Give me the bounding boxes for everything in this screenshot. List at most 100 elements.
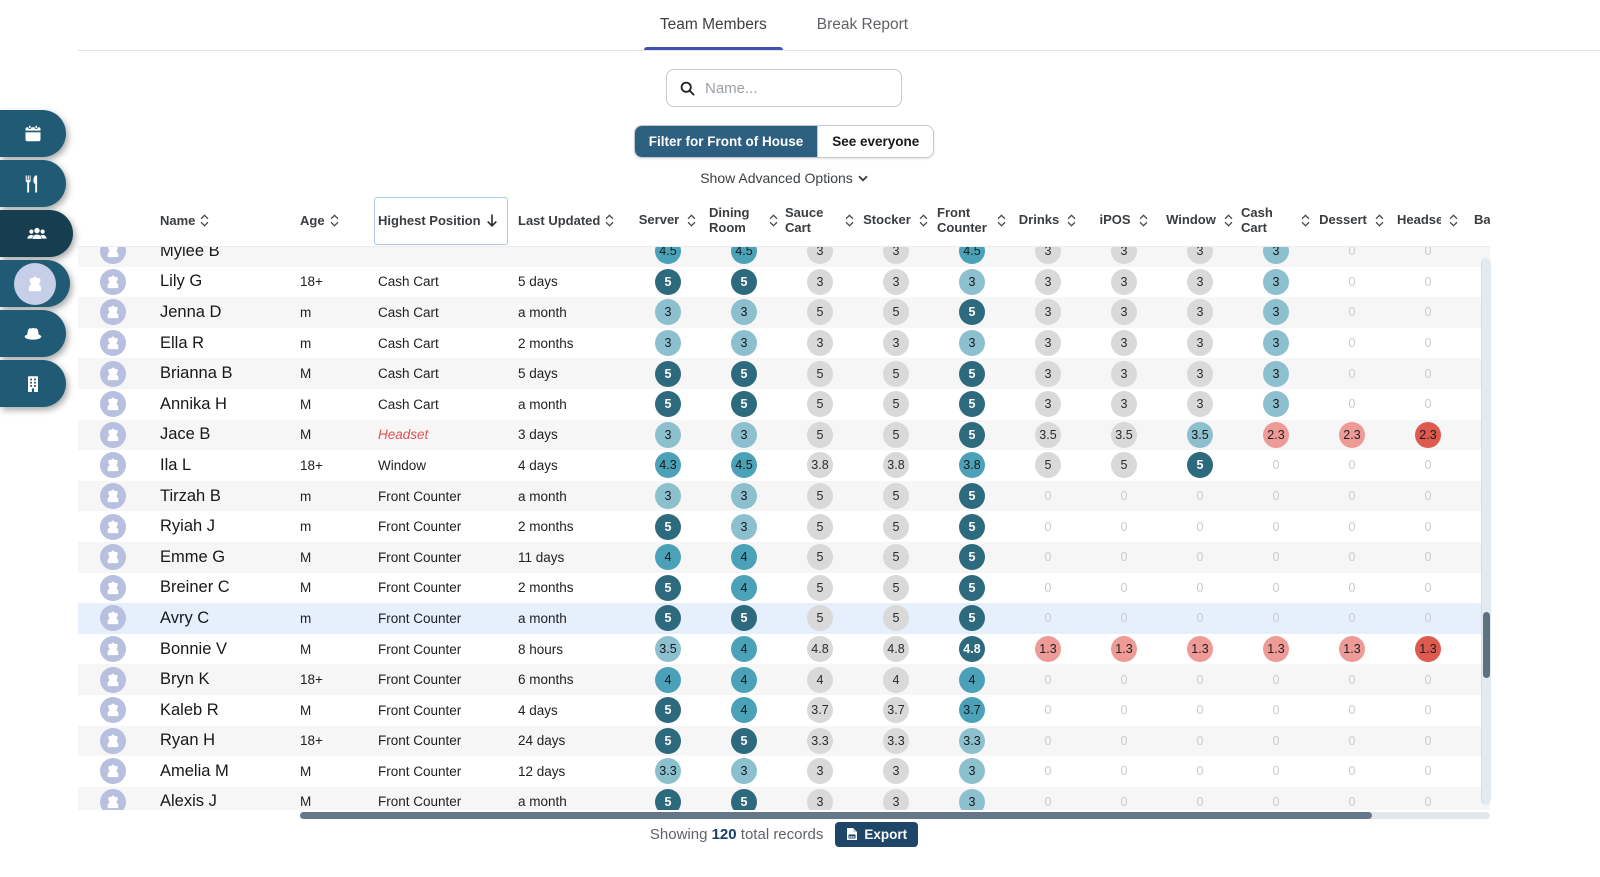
- rating-cell-server: 4.3: [630, 452, 706, 479]
- sidebar-item-hat[interactable]: [0, 310, 66, 357]
- updated-cell: 8 hours: [518, 641, 564, 657]
- position-cell: Window: [378, 457, 427, 473]
- rating-cell-sauce-cart: 5: [782, 483, 858, 510]
- column-label: Age: [300, 213, 325, 228]
- table-row[interactable]: Brianna B M Cash Cart 5 days 5 5 5 5 5 3 3 3 3 0 0: [78, 358, 1490, 389]
- export-button[interactable]: csv Export: [835, 821, 919, 847]
- search-input[interactable]: [705, 79, 904, 97]
- column-header-name[interactable]: Name: [138, 195, 296, 246]
- table-row[interactable]: Lily G 18+ Cash Cart 5 days 5 5 3 3 3 3 3 3 3 0 0: [78, 266, 1490, 298]
- column-header-ba[interactable]: Ba: [1466, 195, 1490, 246]
- vertical-scrollbar[interactable]: [1481, 258, 1491, 805]
- rating-badge: 5: [959, 391, 985, 418]
- column-header-cash-cart[interactable]: Cash Cart: [1238, 195, 1314, 246]
- rating-cell-window: 3: [1162, 330, 1238, 357]
- horizontal-scrollbar[interactable]: [300, 812, 1490, 819]
- table-row[interactable]: Jenna D m Cash Cart a month 3 3 5 5 5 3 3 3 3 0 0: [78, 297, 1490, 328]
- rating-badge: 0: [1348, 397, 1356, 412]
- rating-cell-dessert: 0: [1314, 269, 1390, 295]
- chicken-logo-icon: [20, 269, 50, 299]
- rating-badge: 5: [807, 574, 833, 601]
- rating-badge: 5: [731, 727, 757, 754]
- rating-badge: 5: [883, 421, 909, 448]
- table-row[interactable]: Tirzah B m Front Counter a month 3 3 5 5 5 0 0 0 0 0 0: [78, 480, 1490, 512]
- column-header-stocker[interactable]: Stocker: [858, 195, 934, 246]
- sidebar-item-locations[interactable]: [0, 360, 66, 407]
- rating-cell-front-counter: 5: [934, 391, 1010, 418]
- tab-team-members[interactable]: Team Members: [643, 0, 783, 50]
- column-header-age[interactable]: Age: [296, 195, 374, 246]
- column-header-dessert[interactable]: Dessert: [1314, 195, 1390, 246]
- rating-badge: 0: [1424, 305, 1432, 320]
- horizontal-scrollbar-thumb[interactable]: [300, 812, 1372, 819]
- age-cell: 18+: [300, 274, 323, 290]
- show-advanced-options-link[interactable]: Show Advanced Options: [700, 170, 868, 186]
- rating-cell-ipos: 1.3: [1086, 636, 1162, 663]
- sidebar-item-team[interactable]: [0, 210, 73, 257]
- rating-cell-server: 5: [630, 360, 706, 387]
- rating-badge: 3: [1187, 330, 1213, 357]
- sidebar-item-food[interactable]: [0, 160, 66, 207]
- rating-badge: 3.8: [959, 452, 985, 479]
- rating-cell-front-counter: 3.7: [934, 697, 1010, 724]
- rating-cell-stocker: 4: [858, 666, 934, 693]
- column-header-position[interactable]: Highest Position: [374, 195, 514, 246]
- rating-cell-cash-cart: 0: [1238, 667, 1314, 693]
- table-row[interactable]: Ryiah J m Front Counter 2 months 5 3 5 5 5 0 0 0 0 0 0: [78, 511, 1490, 542]
- column-header-sauce-cart[interactable]: Sauce Cart: [782, 195, 858, 246]
- table-row[interactable]: Ryan H 18+ Front Counter 24 days 5 5 3.3 3.3 3.3…: [78, 725, 1490, 757]
- rating-cell-sauce-cart: 5: [782, 605, 858, 632]
- table-row[interactable]: Annika H M Cash Cart a month 5 5 5 5 5 3 3 3 3 0 0: [78, 388, 1490, 420]
- rating-badge: 0: [1424, 733, 1432, 748]
- column-header-ipos[interactable]: iPOS: [1086, 195, 1162, 246]
- rating-cell-window: 0: [1162, 483, 1238, 509]
- position-cell: Headset: [378, 427, 429, 443]
- filter-front-of-house-button[interactable]: Filter for Front of House: [634, 126, 818, 157]
- rating-badge: 3: [1263, 268, 1289, 295]
- table-row[interactable]: Ella R m Cash Cart 2 months 3 3 3 3 3 3 3 3 3 0 0: [78, 327, 1490, 359]
- table-row[interactable]: Avry C m Front Counter a month 5 5 5 5 5 0 0 0 0 0 0: [78, 603, 1490, 634]
- rating-badge: 0: [1424, 336, 1432, 351]
- table-row[interactable]: Breiner C M Front Counter 2 months 5 4 5 5 5 0 0 0 0…: [78, 572, 1490, 604]
- rating-badge: 0: [1120, 672, 1128, 687]
- rating-badge: 3: [959, 330, 985, 357]
- rating-cell-sauce-cart: 5: [782, 513, 858, 540]
- table-row[interactable]: Emme G M Front Counter 11 days 4 4 5 5 5 0 0 0 0 0 0: [78, 541, 1490, 573]
- rating-cell-headset: 0: [1390, 544, 1466, 570]
- name-cell: Jace B: [160, 425, 211, 444]
- column-header-drinks[interactable]: Drinks: [1010, 195, 1086, 246]
- rating-cell-drinks: 3: [1010, 330, 1086, 357]
- rating-cell-front-counter: 4: [934, 666, 1010, 693]
- vertical-scrollbar-thumb[interactable]: [1483, 612, 1490, 678]
- column-header-window[interactable]: Window: [1162, 195, 1238, 246]
- table-row[interactable]: Bonnie V M Front Counter 8 hours 3.5 4 4.8 4.8 4…: [78, 633, 1490, 665]
- avatar: [100, 788, 126, 810]
- column-header-headset[interactable]: Headset: [1390, 195, 1466, 246]
- search-box[interactable]: [666, 69, 904, 107]
- position-cell: Front Counter: [378, 733, 462, 749]
- position-cell: Cash Cart: [378, 366, 439, 382]
- rating-badge: 5: [1187, 452, 1213, 479]
- chevron-down-icon: [858, 175, 868, 182]
- rating-cell-dessert: 0: [1314, 483, 1390, 509]
- column-header-updated[interactable]: Last Updated: [514, 195, 630, 246]
- rating-cell-stocker: 5: [858, 544, 934, 571]
- sidebar-item-calendar[interactable]: [0, 110, 66, 157]
- see-everyone-button[interactable]: See everyone: [817, 126, 934, 157]
- table-row[interactable]: Amelia M M Front Counter 12 days 3.3 3 3 3 3 0 0 0 0…: [78, 756, 1490, 787]
- column-header-front-counter[interactable]: Front Counter: [934, 195, 1010, 246]
- table-row[interactable]: Bryn K 18+ Front Counter 6 months 4 4 4 4 4 0 0 0 0 0…: [78, 664, 1490, 695]
- tab-break-report[interactable]: Break Report: [813, 0, 912, 50]
- avatar: [100, 391, 126, 418]
- updated-cell: 4 days: [518, 702, 558, 718]
- rating-cell-server: 4: [630, 544, 706, 571]
- column-header-dining-room[interactable]: Dining Room: [706, 195, 782, 246]
- position-cell: Front Counter: [378, 702, 462, 718]
- table-row[interactable]: Ila L 18+ Window 4 days 4.3 4.5 3.8 3.8 3.8 5 5 5 0 0…: [78, 450, 1490, 481]
- sidebar-item-brand[interactable]: [0, 260, 70, 307]
- table-row[interactable]: Jace B M Headset 3 days 3 3 5 5 5 3.5 3.5 3.5 2.3 2.3…: [78, 419, 1490, 451]
- column-header-server[interactable]: Server: [630, 195, 706, 246]
- column-label: Front Counter: [937, 205, 987, 235]
- table-row[interactable]: Alexis J M Front Counter a month 5 5 3 3 3 0 0 0 0 0 0: [78, 786, 1490, 810]
- table-row[interactable]: Kaleb R M Front Counter 4 days 5 4 3.7 3.7 3.7 0 0…: [78, 694, 1490, 726]
